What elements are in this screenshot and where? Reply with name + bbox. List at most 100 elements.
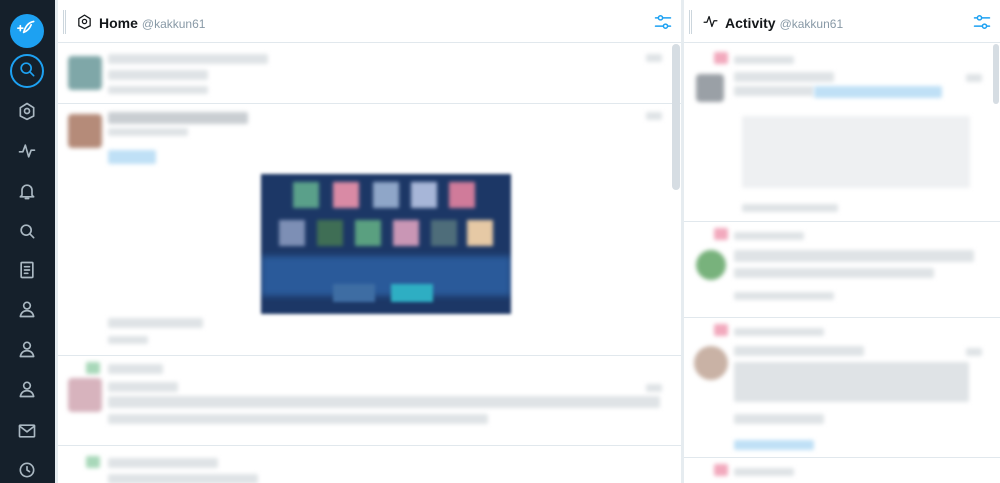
activity-label [734,232,804,240]
activity-timestamp [966,348,982,356]
tweet-text [108,474,258,483]
quoted-tweet[interactable] [742,116,970,188]
column-title[interactable]: Activity @kakkun61 [725,15,843,31]
list-icon [17,260,37,285]
nav-notifications[interactable] [10,176,44,210]
tweet-timestamp [646,54,662,62]
user-icon [17,299,37,324]
search-button[interactable] [10,54,44,88]
scrollbar[interactable] [672,44,680,190]
home-column: 1 Home@kakkun61 [58,0,681,483]
activity-icon [702,13,719,30]
tweet-meta [108,336,148,344]
avatar[interactable] [696,74,724,102]
activity-author[interactable] [734,346,864,356]
activity-text [734,250,974,262]
column-username: @kakkun61 [141,17,206,31]
tweetdeck-app: 1 Home@kakkun61 [0,0,1000,483]
activity-label [734,468,794,476]
clock-icon [17,460,37,483]
column-username: @kakkun61 [779,17,844,31]
nav-activity[interactable] [10,136,44,170]
tweet-actions[interactable] [734,292,834,300]
tweet-media-image[interactable] [261,174,511,314]
activity-link[interactable] [814,86,942,98]
tweet-actions[interactable] [108,86,208,94]
nav-scheduled[interactable] [10,455,44,483]
activity-item[interactable] [684,222,1000,318]
tweet-author[interactable] [108,382,178,392]
activity-author[interactable] [734,72,834,82]
activity-text [734,86,814,96]
tweet-text [108,54,268,64]
like-icon [714,228,728,240]
activity-label [734,56,794,64]
home-icon [17,101,37,126]
nav-profile-3[interactable] [10,374,44,408]
column-title-text: Home [99,15,138,31]
tweet-author[interactable] [108,112,248,124]
tweet-actions[interactable] [108,318,203,328]
tweet-item[interactable] [58,104,681,356]
activity-item[interactable] [684,318,1000,458]
tweet-item[interactable] [58,44,681,104]
column-settings-button[interactable] [972,12,992,32]
activity-label [734,328,824,336]
compose-button[interactable] [10,14,44,48]
tweet-link[interactable] [108,150,156,164]
retweet-label [108,364,163,374]
nav-search[interactable] [10,216,44,250]
like-icon [714,324,728,336]
activity-item[interactable] [684,458,1000,483]
avatar[interactable] [68,56,102,90]
activity-text [734,362,969,402]
activity-item[interactable] [684,44,1000,222]
tweet-actions[interactable] [734,414,824,424]
activity-link[interactable] [734,440,814,450]
column-settings-button[interactable] [653,12,673,32]
scrollbar[interactable] [993,44,999,104]
bell-icon [17,181,37,206]
mail-icon [17,421,37,446]
like-icon [714,52,728,64]
nav-home[interactable] [10,96,44,130]
user-icon [17,379,37,404]
avatar[interactable] [68,114,102,148]
nav-messages[interactable] [10,416,44,450]
home-icon [76,13,93,30]
tweet-text [108,128,188,136]
compose-icon [17,19,37,44]
avatar[interactable] [68,378,102,412]
nav-lists[interactable] [10,255,44,289]
tweet-item[interactable] [58,446,681,483]
user-icon [17,339,37,364]
drag-handle[interactable] [689,10,692,34]
retweet-icon [86,456,100,468]
tweet-text [108,414,488,424]
column-header[interactable]: Home @kakkun61 [58,0,681,43]
tweet-text [108,70,208,80]
search-icon [17,221,37,246]
retweet-label [108,458,218,468]
like-icon [714,464,728,476]
avatar[interactable] [696,250,726,280]
activity-column: 2 Activity@kakkun61 [684,0,1000,483]
tweet-timestamp [646,112,662,120]
column-header[interactable]: Activity @kakkun61 [684,0,1000,43]
tweet-actions[interactable] [742,204,838,212]
search-icon [17,59,37,84]
column-title-text: Activity [725,15,776,31]
column-title[interactable]: Home @kakkun61 [99,15,205,31]
activity-icon [17,141,37,166]
tweet-text [108,396,660,408]
left-nav [0,0,55,483]
drag-handle[interactable] [63,10,66,34]
tweet-item[interactable] [58,356,681,446]
nav-profile-2[interactable] [10,334,44,368]
avatar[interactable] [694,346,728,380]
activity-text [734,268,934,278]
nav-profile-1[interactable] [10,294,44,328]
retweet-icon [86,362,100,374]
activity-timestamp [966,74,982,82]
tweet-timestamp [646,384,662,392]
